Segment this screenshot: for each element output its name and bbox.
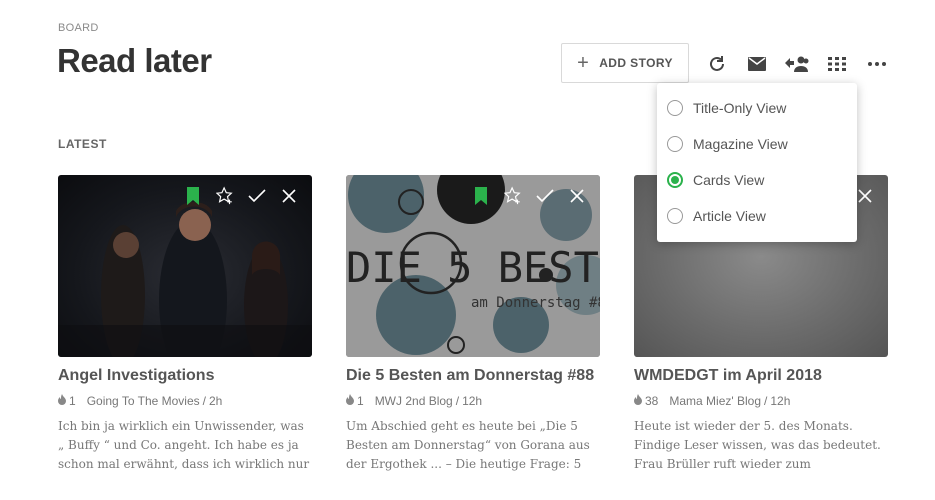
radio-icon [667, 136, 683, 152]
check-icon[interactable] [248, 186, 266, 206]
story-card[interactable]: DIE 5 BESTEN am Donnerstag #8 Die 5 Best… [346, 175, 600, 474]
card-meta: 1 MWJ 2nd Blog / 12h [346, 394, 600, 408]
more-icon[interactable] [866, 53, 888, 75]
source-name[interactable]: MWJ 2nd Blog [375, 394, 453, 408]
close-icon[interactable] [568, 186, 586, 206]
image-heading: DIE 5 BESTEN [346, 243, 600, 292]
radio-selected-icon [667, 172, 683, 188]
view-option-title-only[interactable]: Title-Only View [657, 90, 857, 126]
add-story-button[interactable]: + ADD STORY [561, 43, 689, 83]
card-title[interactable]: WMDEDGT im April 2018 [634, 367, 888, 385]
card-excerpt: Ich bin ja wirklich ein Unwissender, was… [58, 419, 310, 471]
engagement-count: 38 [645, 394, 659, 408]
card-excerpt: Heute ist wieder der 5. des Monats. Find… [634, 419, 881, 471]
flame-icon [58, 394, 66, 408]
add-story-label: ADD STORY [599, 56, 673, 70]
refresh-icon[interactable] [706, 53, 728, 75]
star-add-icon[interactable] [216, 186, 234, 206]
mail-icon[interactable] [746, 53, 768, 75]
card-excerpt: Um Abschied geht es heute bei „Die 5 Bes… [346, 419, 590, 471]
page-title: Read later [57, 42, 212, 79]
story-age: 2h [208, 394, 223, 408]
radio-icon [667, 208, 683, 224]
engagement-count: 1 [69, 394, 76, 408]
engagement-count: 1 [357, 394, 364, 408]
board-label: BOARD [58, 22, 99, 34]
bookmark-icon[interactable] [472, 186, 490, 206]
star-add-icon[interactable] [504, 186, 522, 206]
view-option-article[interactable]: Article View [657, 198, 857, 234]
card-actions [472, 186, 586, 206]
card-actions [856, 186, 874, 206]
plus-icon: + [577, 52, 590, 74]
view-menu-dropdown: Title-Only View Magazine View Cards View… [657, 83, 857, 242]
source-name[interactable]: Going To The Movies [87, 394, 200, 408]
card-actions [184, 186, 298, 206]
card-title[interactable]: Angel Investigations [58, 367, 312, 385]
share-people-icon[interactable] [784, 53, 810, 75]
view-option-magazine[interactable]: Magazine View [657, 126, 857, 162]
story-age: 12h [770, 394, 791, 408]
story-age: 12h [462, 394, 483, 408]
story-card[interactable]: Angel Investigations 1 Going To The Movi… [58, 175, 312, 474]
radio-icon [667, 100, 683, 116]
close-icon[interactable] [280, 186, 298, 206]
grid-layout-icon[interactable] [826, 53, 848, 75]
bookmark-icon[interactable] [184, 186, 202, 206]
card-meta: 38 Mama Miez' Blog / 12h [634, 394, 888, 408]
view-option-cards[interactable]: Cards View [657, 162, 857, 198]
card-image[interactable] [58, 175, 312, 357]
check-icon[interactable] [536, 186, 554, 206]
flame-icon [346, 394, 354, 408]
source-name[interactable]: Mama Miez' Blog [669, 394, 761, 408]
close-icon[interactable] [856, 186, 874, 206]
section-latest-label: LATEST [58, 137, 107, 151]
card-image[interactable]: DIE 5 BESTEN am Donnerstag #8 [346, 175, 600, 357]
card-meta: 1 Going To The Movies / 2h [58, 394, 312, 408]
image-subheading: am Donnerstag #8 [471, 295, 600, 311]
flame-icon [634, 394, 642, 408]
card-title[interactable]: Die 5 Besten am Donnerstag #88 [346, 367, 600, 385]
